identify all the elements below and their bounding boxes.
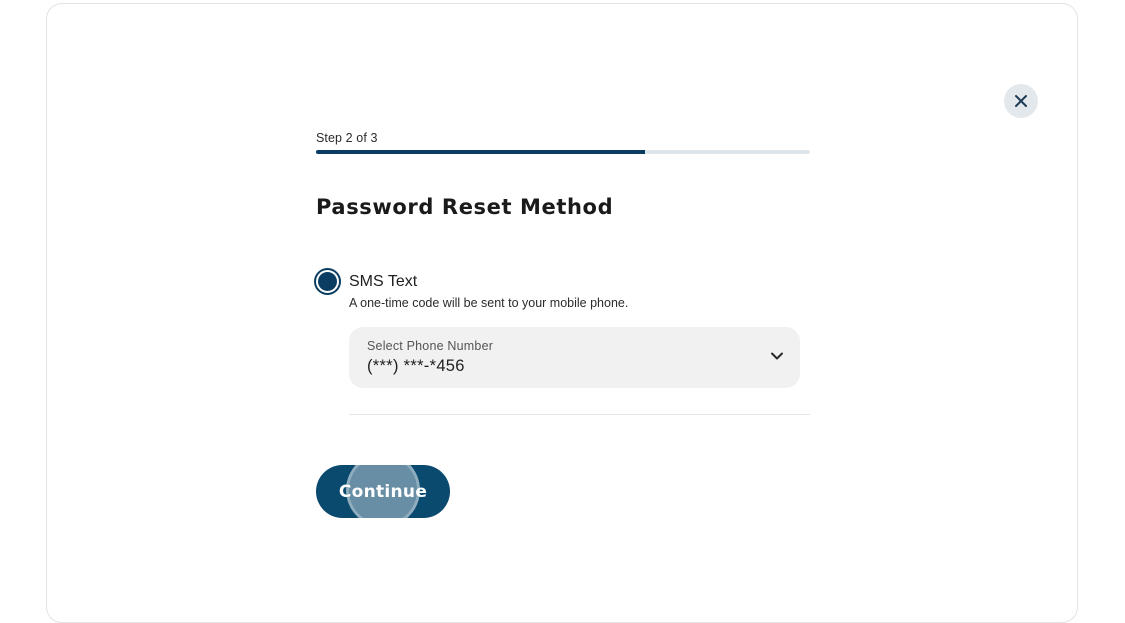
continue-button-label: Continue bbox=[338, 481, 428, 502]
sms-text-description: A one-time code will be sent to your mob… bbox=[349, 296, 629, 310]
page-title: Password Reset Method bbox=[316, 195, 614, 219]
continue-button[interactable]: Continue bbox=[316, 465, 450, 518]
radio-selected-dot bbox=[318, 272, 337, 291]
close-button[interactable] bbox=[1004, 84, 1038, 118]
phone-number-select[interactable]: Select Phone Number (***) ***-*456 bbox=[349, 327, 800, 388]
divider bbox=[349, 414, 810, 415]
step-indicator: Step 2 of 3 bbox=[316, 131, 378, 145]
phone-select-label: Select Phone Number bbox=[367, 339, 494, 353]
progress-bar bbox=[316, 150, 810, 154]
close-icon bbox=[1015, 95, 1027, 107]
phone-select-value: (***) ***-*456 bbox=[367, 357, 465, 375]
sms-text-label[interactable]: SMS Text bbox=[349, 273, 417, 291]
sms-text-radio[interactable] bbox=[314, 268, 341, 295]
progress-bar-fill bbox=[316, 150, 646, 154]
modal-card bbox=[46, 3, 1078, 623]
chevron-down-icon bbox=[771, 352, 783, 360]
